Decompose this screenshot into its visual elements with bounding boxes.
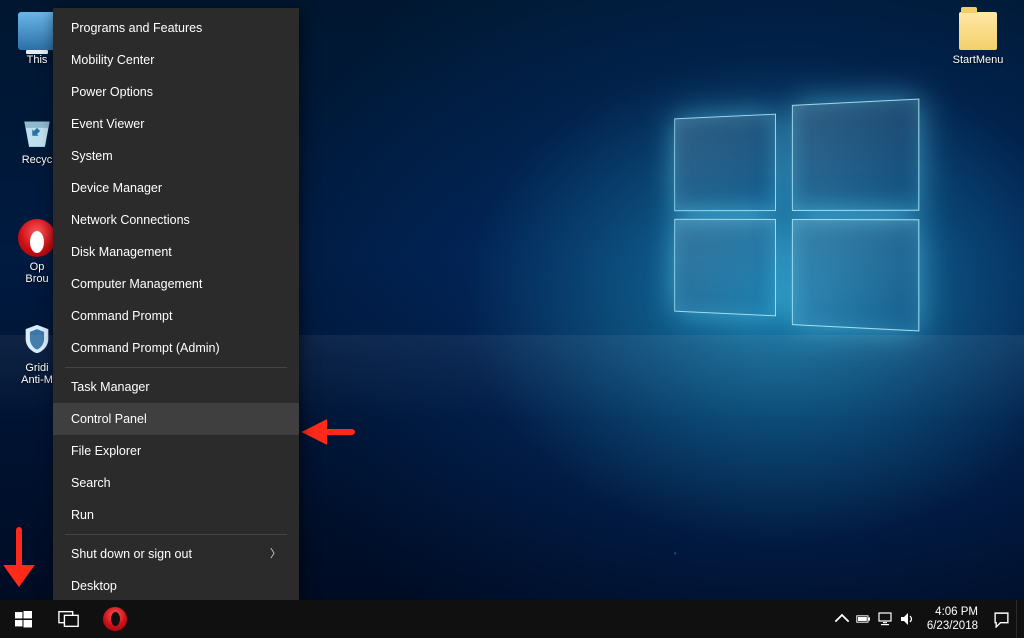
winx-item-label: System <box>71 149 113 163</box>
winx-item-programs-and-features[interactable]: Programs and Features <box>53 12 299 44</box>
winx-item-label: Programs and Features <box>71 21 202 35</box>
windows-logo-icon <box>15 611 32 628</box>
winx-item-label: Device Manager <box>71 181 162 195</box>
winx-item-system[interactable]: System <box>53 140 299 172</box>
winx-item-label: Command Prompt <box>71 309 172 323</box>
taskbar: 4:06 PM 6/23/2018 <box>0 600 1024 638</box>
taskbar-task-view[interactable] <box>46 600 92 638</box>
winx-item-event-viewer[interactable]: Event Viewer <box>53 108 299 140</box>
winx-item-label: Network Connections <box>71 213 190 227</box>
winx-item-label: Run <box>71 508 94 522</box>
tray-show-hidden-icons[interactable] <box>831 600 853 638</box>
winx-item-label: File Explorer <box>71 444 141 458</box>
show-desktop-button[interactable] <box>1016 600 1022 638</box>
winx-item-label: Search <box>71 476 111 490</box>
winx-item-label: Task Manager <box>71 380 150 394</box>
folder-icon <box>959 12 997 50</box>
winx-item-network-connections[interactable]: Network Connections <box>53 204 299 236</box>
winx-item-command-prompt-admin[interactable]: Command Prompt (Admin) <box>53 332 299 364</box>
desktop-icon-startmenu-folder[interactable]: StartMenu <box>942 12 1014 66</box>
winx-menu: Programs and Features Mobility Center Powe… <box>53 8 299 604</box>
tray-clock[interactable]: 4:06 PM 6/23/2018 <box>919 605 986 633</box>
tray-network[interactable] <box>875 600 897 638</box>
network-icon <box>878 611 894 627</box>
tray-action-center[interactable] <box>986 600 1016 638</box>
tray-time: 4:06 PM <box>927 605 978 619</box>
task-view-icon <box>58 610 80 628</box>
menu-separator <box>65 534 287 535</box>
desktop-icon-label: StartMenu <box>942 54 1014 66</box>
opera-icon <box>103 607 127 631</box>
winx-item-label: Event Viewer <box>71 117 144 131</box>
winx-item-label: Computer Management <box>71 277 202 291</box>
chevron-right-icon: 〉 <box>270 547 281 561</box>
winx-item-label: Desktop <box>71 579 117 593</box>
winx-item-desktop[interactable]: Desktop <box>53 570 299 602</box>
wallpaper-windows-logo-reflection <box>674 334 919 567</box>
winx-item-label: Power Options <box>71 85 153 99</box>
winx-item-shut-down-or-sign-out[interactable]: Shut down or sign out 〉 <box>53 538 299 570</box>
tray-date: 6/23/2018 <box>927 619 978 633</box>
chevron-up-icon <box>834 611 850 627</box>
winx-item-power-options[interactable]: Power Options <box>53 76 299 108</box>
winx-item-device-manager[interactable]: Device Manager <box>53 172 299 204</box>
action-center-icon <box>993 611 1010 628</box>
pc-icon <box>18 12 56 50</box>
winx-item-label: Command Prompt (Admin) <box>71 341 220 355</box>
winx-item-command-prompt[interactable]: Command Prompt <box>53 300 299 332</box>
battery-icon <box>856 611 872 627</box>
taskbar-pinned-opera[interactable] <box>92 600 138 638</box>
winx-item-run[interactable]: Run <box>53 499 299 531</box>
opera-icon <box>18 219 56 257</box>
volume-icon <box>900 611 916 627</box>
winx-item-disk-management[interactable]: Disk Management <box>53 236 299 268</box>
winx-item-file-explorer[interactable]: File Explorer <box>53 435 299 467</box>
winx-item-mobility-center[interactable]: Mobility Center <box>53 44 299 76</box>
winx-item-search[interactable]: Search <box>53 467 299 499</box>
start-button[interactable] <box>0 600 46 638</box>
wallpaper-windows-logo <box>674 99 919 332</box>
menu-separator <box>65 367 287 368</box>
shield-icon <box>18 320 56 358</box>
winx-item-label: Control Panel <box>71 412 147 426</box>
winx-item-task-manager[interactable]: Task Manager <box>53 371 299 403</box>
winx-item-label: Mobility Center <box>71 53 154 67</box>
winx-item-label: Disk Management <box>71 245 172 259</box>
tray-battery[interactable] <box>853 600 875 638</box>
winx-item-computer-management[interactable]: Computer Management <box>53 268 299 300</box>
tray-volume[interactable] <box>897 600 919 638</box>
winx-item-control-panel[interactable]: Control Panel <box>53 403 299 435</box>
winx-item-label: Shut down or sign out <box>71 547 192 561</box>
recycle-bin-icon <box>18 112 56 150</box>
